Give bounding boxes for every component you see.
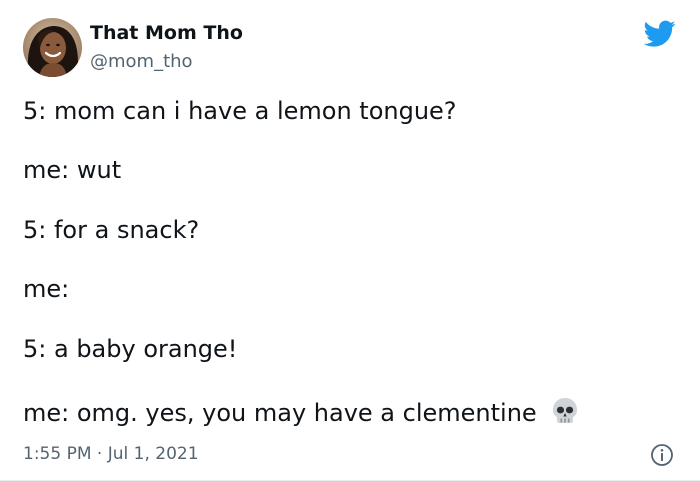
tweet-timestamp[interactable]: 1:55 PM · Jul 1, 2021 (23, 444, 199, 464)
tweet-line: me: wut (23, 156, 122, 184)
tweet-line: 5: a baby orange! (23, 335, 238, 363)
tweet-line: me: (23, 275, 70, 303)
twitter-bird-icon[interactable] (643, 20, 676, 48)
tweet-line: me: omg. yes, you may have a clementine (23, 399, 537, 427)
avatar-image (23, 18, 82, 77)
author-name[interactable]: That Mom Tho (90, 22, 243, 44)
tweet-last-line: me: omg. yes, you may have a clementine (23, 396, 580, 428)
tweet-line: 5: for a snack? (23, 216, 200, 244)
author-handle[interactable]: @mom_tho (90, 51, 193, 72)
info-icon[interactable] (650, 443, 674, 467)
tweet-line: 5: mom can i have a lemon tongue? (23, 97, 457, 125)
skull-emoji (550, 396, 580, 426)
avatar[interactable] (23, 18, 82, 77)
tweet-card: That Mom Tho @mom_tho 5: mom can i have … (0, 0, 700, 481)
